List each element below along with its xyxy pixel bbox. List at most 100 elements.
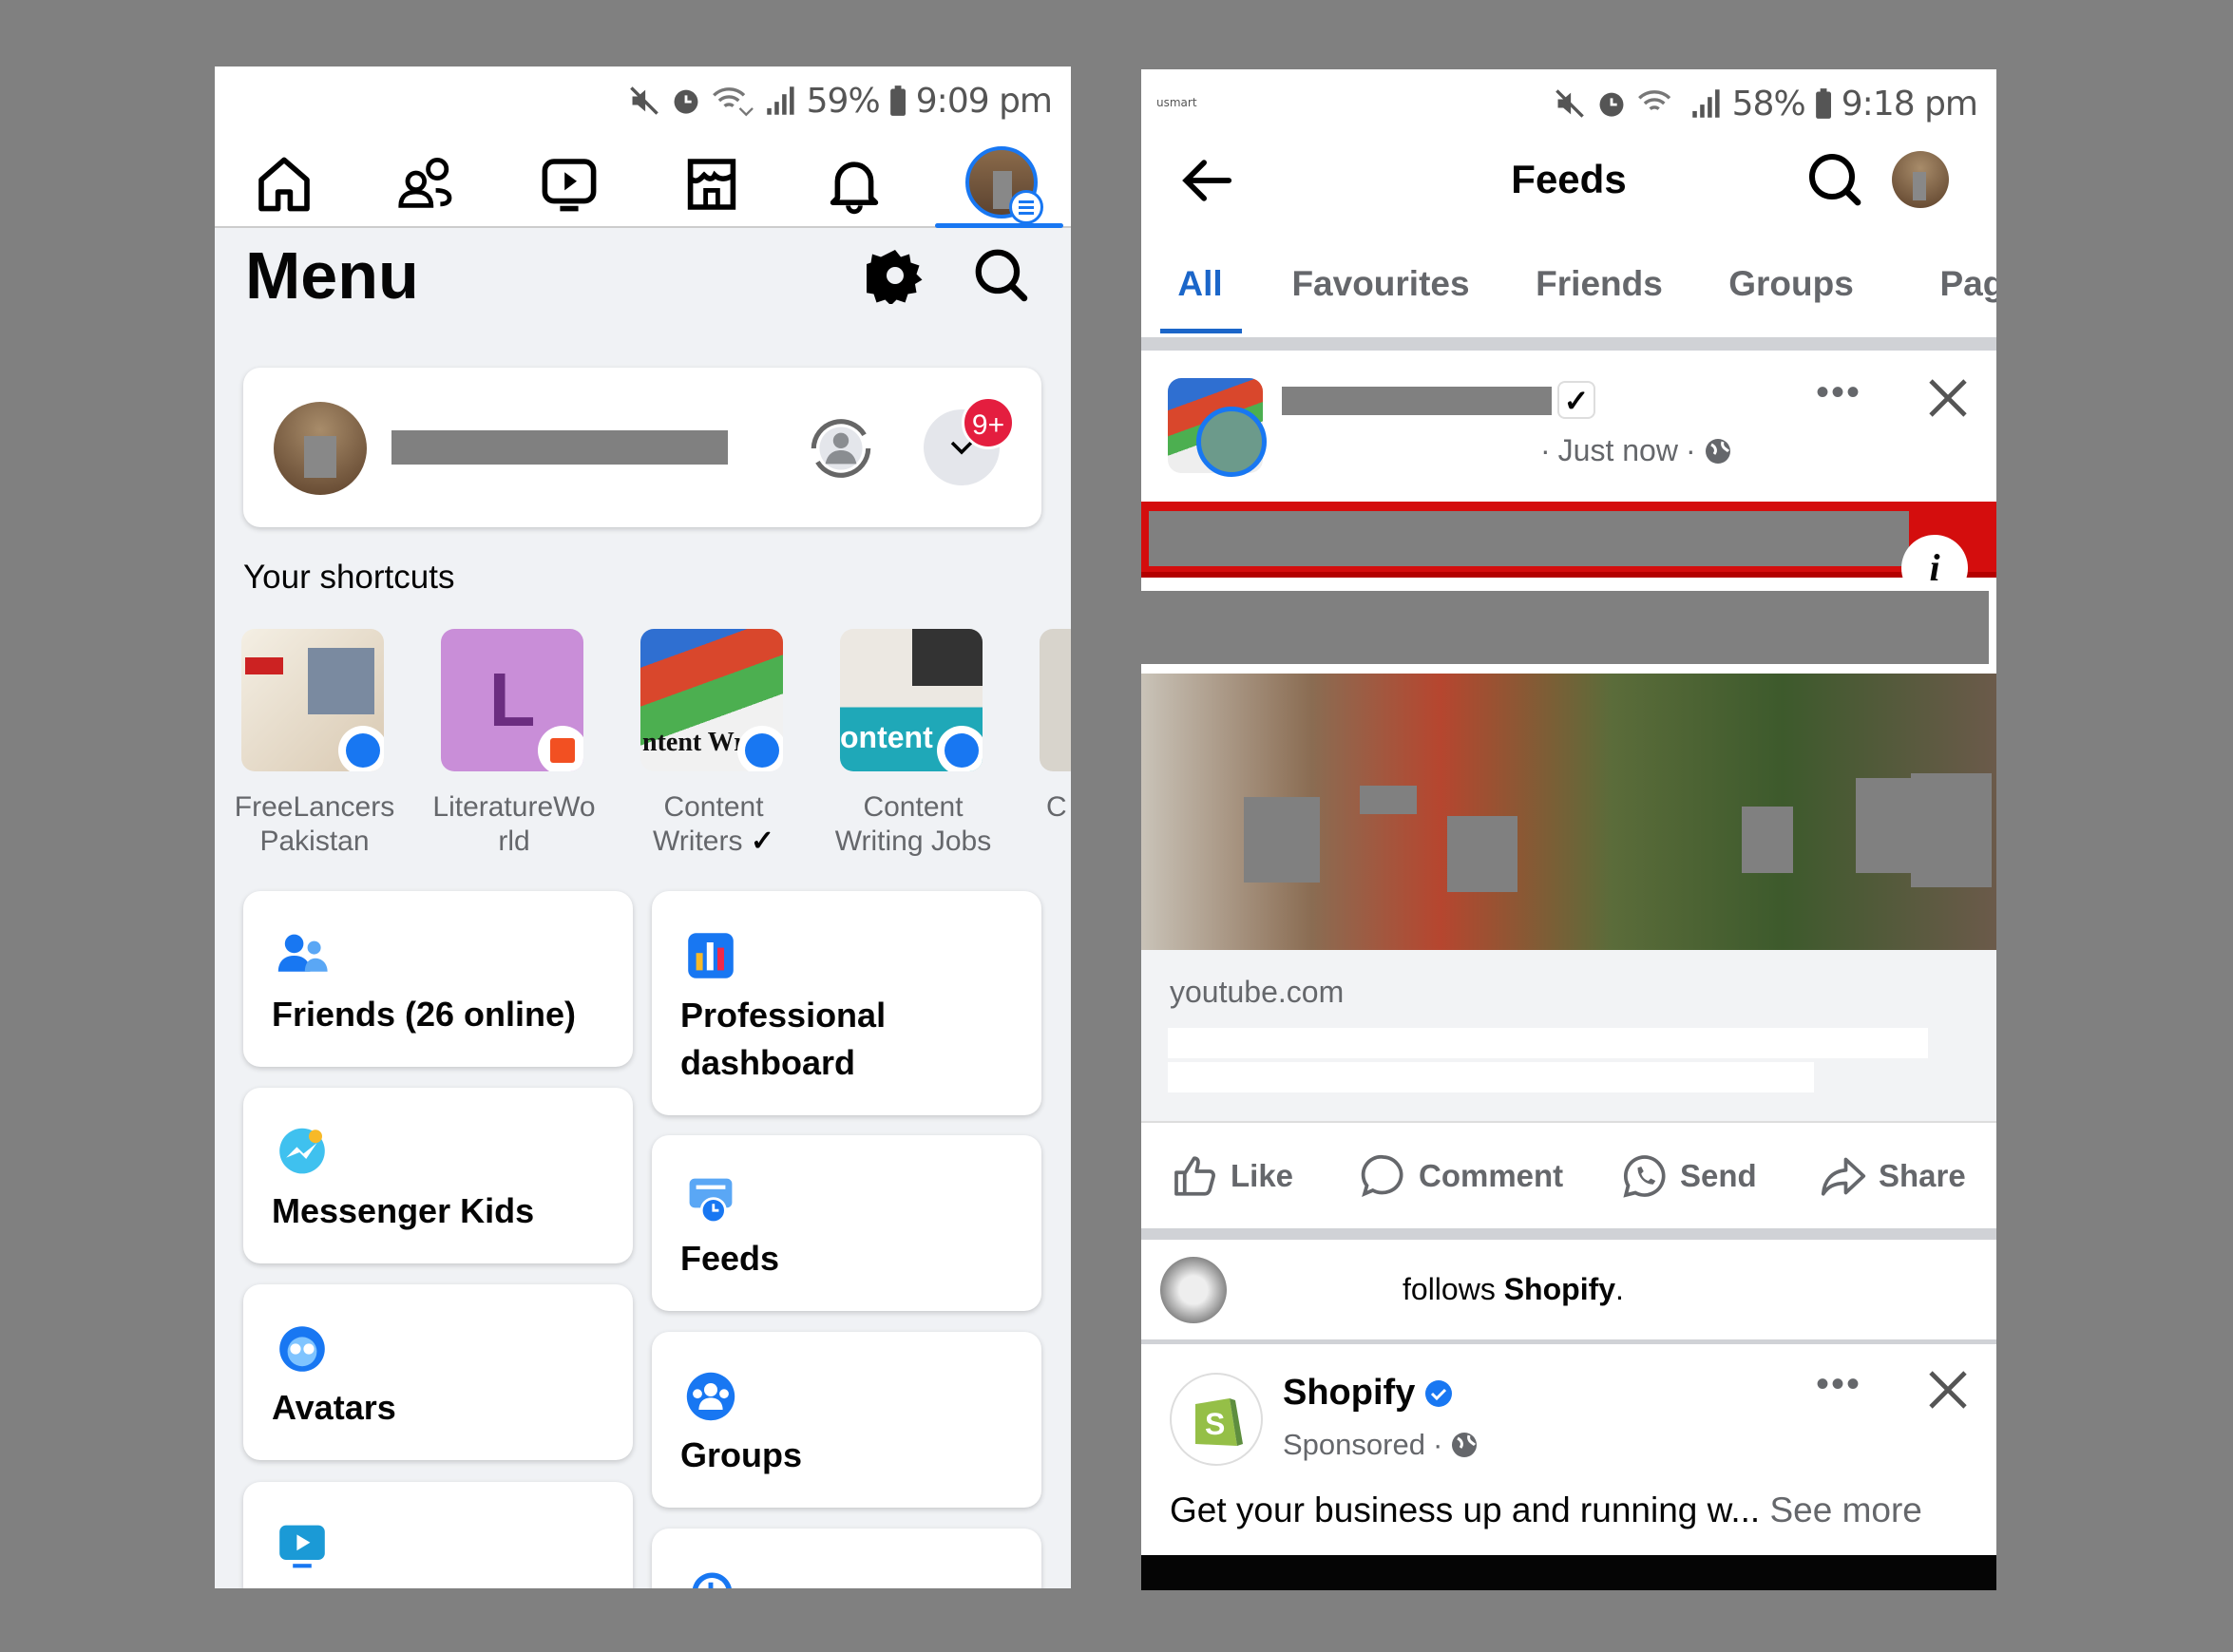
divider xyxy=(1141,337,1996,351)
menu-memories[interactable] xyxy=(652,1529,1041,1588)
bell-icon[interactable] xyxy=(824,154,885,215)
menu-avatars[interactable]: Avatars xyxy=(243,1284,633,1460)
battery-icon xyxy=(1815,88,1831,119)
wifi-icon xyxy=(713,87,754,117)
divider xyxy=(1141,1121,1996,1123)
post-page-avatar[interactable] xyxy=(1168,378,1267,477)
shortcut-label: FreeLancers Pakistan xyxy=(234,791,395,857)
post-banner: i xyxy=(1141,502,1996,601)
send-button[interactable]: Send xyxy=(1621,1152,1757,1200)
hamburger-icon xyxy=(1009,190,1043,224)
top-nav xyxy=(215,135,1071,228)
friends-icon[interactable] xyxy=(396,154,457,215)
notification-badge: 9+ xyxy=(962,396,1015,449)
signal-icon xyxy=(766,86,794,115)
verified-icon xyxy=(1425,1379,1453,1407)
comment-button[interactable]: Comment xyxy=(1360,1152,1563,1200)
page-flag-icon xyxy=(538,726,583,771)
verified-badge: ✓ xyxy=(1557,381,1595,419)
status-bar: 59% 9:09 pm xyxy=(215,66,1071,135)
ad-body: Get your business up and running w... Se… xyxy=(1170,1491,1922,1529)
more-options-button[interactable]: ••• xyxy=(1816,1363,1861,1406)
avatars-icon xyxy=(279,1326,325,1372)
shortcuts-heading: Your shortcuts xyxy=(243,559,455,596)
svg-text:S: S xyxy=(1205,1407,1225,1441)
home-icon[interactable] xyxy=(254,154,315,215)
shortcut-content-writing-jobs[interactable]: ontent xyxy=(840,629,983,771)
video-icon xyxy=(279,1525,325,1568)
tab-groups[interactable]: Groups xyxy=(1728,264,1854,304)
link-preview[interactable]: youtube.com xyxy=(1141,950,1996,1121)
menu-screen: 59% 9:09 pm Menu 9+ Your shortcuts L nte… xyxy=(215,66,1071,1588)
more-options-button[interactable]: ••• xyxy=(1816,371,1861,414)
marketplace-icon[interactable] xyxy=(681,154,742,215)
shortcut-label: C xyxy=(1046,791,1067,823)
dashboard-icon xyxy=(688,933,734,978)
video-icon[interactable] xyxy=(539,154,600,215)
activity-page-link[interactable]: Shopify xyxy=(1504,1272,1615,1306)
ad-name[interactable]: Shopify xyxy=(1283,1373,1453,1414)
shortcut-freelancers-pakistan[interactable] xyxy=(241,629,384,771)
status-bar: usmart 58% 9:18 pm xyxy=(1141,69,1996,138)
mute-icon xyxy=(1555,89,1585,118)
like-button[interactable]: Like xyxy=(1172,1152,1293,1200)
carrier-label: usmart xyxy=(1156,96,1197,109)
search-icon[interactable] xyxy=(1806,151,1863,208)
shortcut-content-writers[interactable]: ntent Wr xyxy=(640,629,783,771)
share-button[interactable]: Share xyxy=(1820,1152,1966,1200)
menu-friends[interactable]: Friends (26 online) xyxy=(243,891,633,1067)
menu-messenger-kids[interactable]: Messenger Kids xyxy=(243,1088,633,1263)
comment-icon xyxy=(1361,1154,1403,1198)
active-tab-indicator xyxy=(1160,329,1242,333)
active-tab-indicator xyxy=(935,223,1063,228)
mute-icon xyxy=(630,86,659,115)
battery-icon xyxy=(889,85,906,116)
see-more-link[interactable]: See more xyxy=(1769,1491,1921,1529)
messenger-kids-icon xyxy=(279,1128,325,1174)
tab-pages[interactable]: Pages xyxy=(1939,264,1996,304)
shortcut-label: Content Writing Jobs xyxy=(834,791,992,857)
switch-profile-icon[interactable] xyxy=(802,409,880,487)
tab-favourites[interactable]: Favourites xyxy=(1291,264,1469,304)
close-icon[interactable] xyxy=(1925,375,1971,421)
search-icon[interactable] xyxy=(971,245,1030,304)
like-icon xyxy=(1174,1156,1215,1196)
group-badge-icon xyxy=(937,726,983,771)
post-author-redacted xyxy=(1282,387,1552,415)
menu-professional-dashboard[interactable]: Professional dashboard xyxy=(652,891,1041,1115)
shortcut-partial[interactable] xyxy=(1040,629,1071,771)
thumb-text: ntent Wr xyxy=(642,728,746,757)
shopify-logo[interactable]: S xyxy=(1170,1373,1263,1466)
profile-card[interactable]: 9+ xyxy=(243,368,1041,527)
close-icon[interactable] xyxy=(1925,1367,1971,1413)
globe-icon xyxy=(1705,438,1730,464)
profile-avatar[interactable] xyxy=(1892,151,1949,208)
tab-all[interactable]: All xyxy=(1177,264,1222,304)
feeds-icon xyxy=(689,1178,733,1225)
menu-feeds[interactable]: Feeds xyxy=(652,1135,1041,1311)
shopify-bag-icon: S xyxy=(1195,1398,1243,1446)
page-title: Menu xyxy=(245,238,419,313)
profile-name-redacted xyxy=(391,430,728,465)
profile-menu-icon[interactable] xyxy=(965,146,1043,224)
activity-avatar[interactable] xyxy=(1160,1257,1227,1323)
gear-icon[interactable] xyxy=(867,247,924,304)
shortcut-literatureworld[interactable]: L xyxy=(441,629,583,771)
alarm-icon xyxy=(1599,92,1624,117)
groups-icon xyxy=(686,1372,735,1421)
share-icon xyxy=(1821,1157,1866,1196)
whatsapp-icon xyxy=(1623,1155,1666,1198)
tab-friends[interactable]: Friends xyxy=(1536,264,1663,304)
shortcut-label: LiteratureWorld xyxy=(432,791,596,857)
clock: 9:18 pm xyxy=(1841,84,1978,123)
signal-icon xyxy=(1691,89,1720,118)
header-title: Feeds xyxy=(1511,157,1627,201)
post-link-image[interactable] xyxy=(1141,674,1996,950)
menu-video[interactable] xyxy=(243,1482,633,1588)
wifi-icon xyxy=(1638,90,1671,111)
post-meta: · Just now · xyxy=(1540,433,1732,468)
menu-groups[interactable]: Groups xyxy=(652,1332,1041,1508)
globe-icon xyxy=(1452,1433,1478,1457)
ad-meta: Sponsored · xyxy=(1283,1428,1479,1462)
memories-icon xyxy=(692,1572,732,1588)
